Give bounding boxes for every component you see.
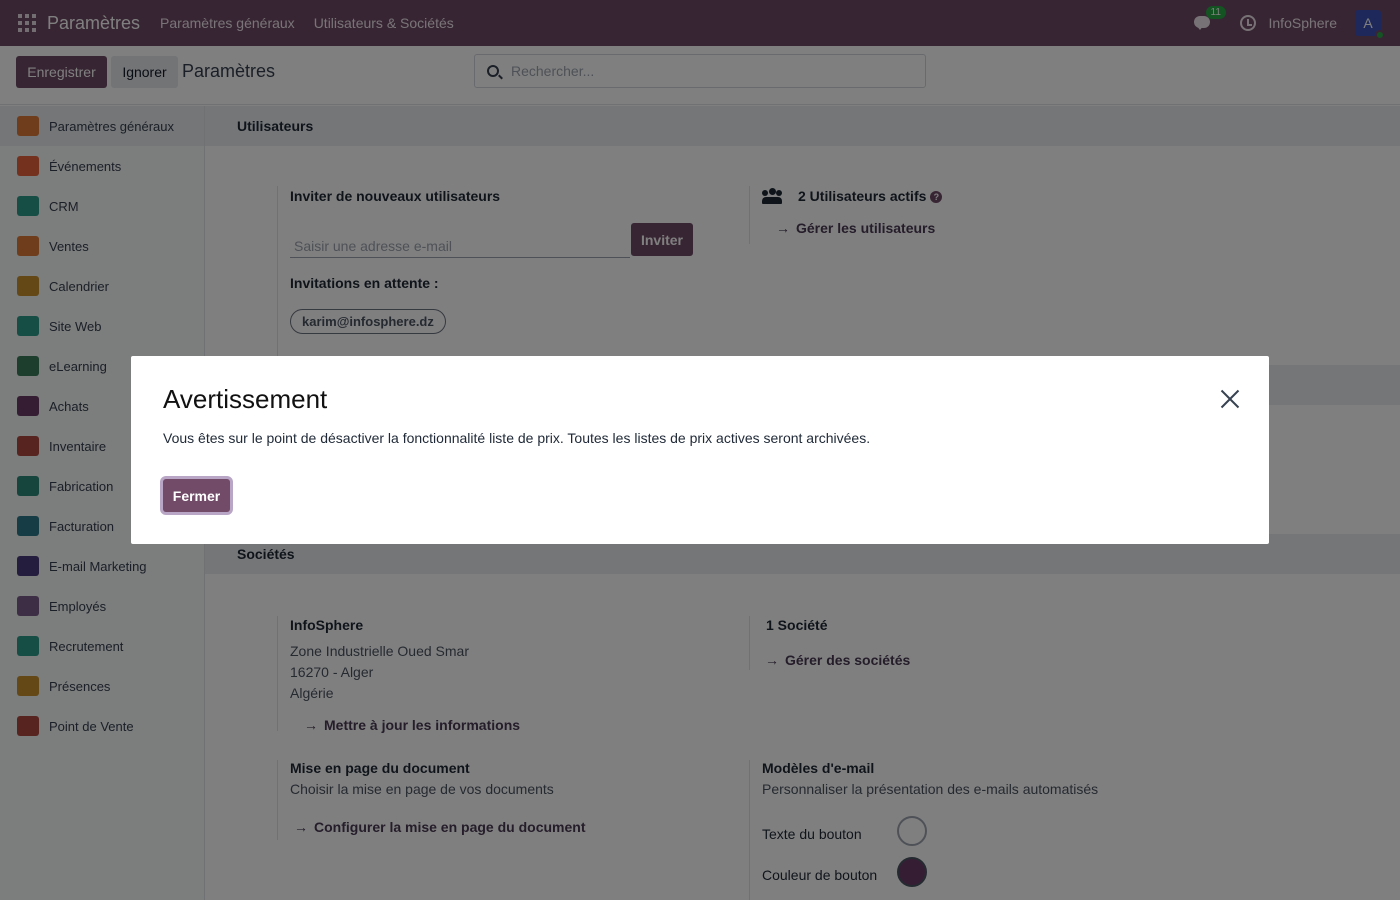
warning-dialog: Avertissement Vous êtes sur le point de … (131, 356, 1269, 544)
dialog-message: Vous êtes sur le point de désactiver la … (163, 430, 871, 446)
close-dialog-button[interactable]: Fermer (163, 479, 230, 512)
dialog-title: Avertissement (163, 384, 328, 414)
close-icon[interactable] (1220, 389, 1240, 409)
